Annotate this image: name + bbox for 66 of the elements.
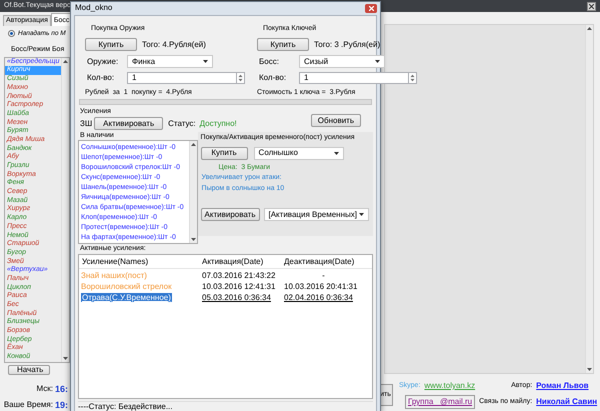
table-row[interactable]: Ворошиловский стрелок 10.03.2016 12:41:31 10.03.2016 20:41:31 [79,281,372,292]
refresh-button[interactable]: Обновить [310,114,361,127]
author-link[interactable]: Роман Львов [536,380,598,392]
status-value: Доступно! [200,118,237,130]
scroll-up-icon[interactable] [587,27,592,30]
table-cell: Знай наших(пост) [81,270,147,280]
buy-button[interactable]: Купить [85,38,137,51]
status-label: Статус: [168,118,196,130]
caret-icon [375,60,380,63]
scrollbar[interactable] [188,141,197,243]
table-row[interactable]: Отрава(С.У.Временное) 05.03.2016 0:36:34 02.04.2016 0:36:34 [79,292,372,303]
activate-button[interactable]: Активировать [94,117,164,130]
activate-button[interactable]: Активировать [200,208,260,221]
status-text: ----Статус: Бездействие... [78,400,172,411]
scroll-up-icon[interactable] [63,60,68,63]
start-button[interactable]: Начать [8,364,50,375]
clock-time: 16: [54,382,68,396]
table-cell: 10.03.2016 12:41:31 [202,282,276,290]
scrollbar[interactable] [61,58,69,362]
table-cell: Отрава(С.У.Временное) [81,292,172,302]
close-icon [368,6,374,11]
column-header[interactable]: Усиление(Names) [79,256,199,268]
buy-button[interactable]: Купить [257,38,309,51]
scrollbar[interactable] [585,25,593,373]
clock-label: Мск: [36,382,53,395]
table-cell: Ворошиловский стрелок [81,282,172,290]
select-label: Оружие: [86,56,120,68]
quantity-label: Кол-во: [258,72,288,84]
radio-button[interactable] [8,30,15,38]
total-label: Того: 4.Рубля(ей) [142,38,206,50]
caret-icon [334,152,339,154]
mail-link[interactable]: Николай Савин [536,396,598,408]
quantity-field[interactable]: 1 [127,72,237,84]
code-label: ЗШ [80,118,92,130]
table-cell: - [322,270,325,280]
quantity-label: Кол-во: [86,72,116,84]
scroll-down-icon[interactable] [63,356,68,360]
column-header[interactable]: Деактивация(Date) [281,256,363,268]
caret-icon [203,60,208,63]
select-dropdown[interactable]: Сизый [299,55,385,68]
scroll-up-icon[interactable] [190,143,196,146]
scroll-down-icon[interactable] [587,368,592,371]
total-label: Того: 3 .Рубля(ей) [314,38,380,50]
quantity-field[interactable]: 1 [299,72,409,84]
spinner-icon[interactable] [237,72,245,84]
group-link[interactable]: Группа _@mail.ru [404,395,476,409]
close-button[interactable] [587,2,596,10]
table-cell: 10.03.2016 20:41:31 [284,282,358,290]
close-icon [589,4,594,8]
table-cell: 05.03.2016 0:36:34 [202,292,271,302]
select-dropdown[interactable]: Финка [127,55,213,68]
buy-button[interactable]: Купить [200,146,248,160]
boost-dropdown[interactable]: Солнышко [254,146,344,160]
select-label: Босс: [258,56,280,68]
activation-dropdown[interactable]: [Активация Временных] [264,208,369,221]
dialog-title: Mod_okno [75,2,112,14]
caret-icon [359,213,364,216]
close-button[interactable] [365,4,377,13]
clock-label: Ваше Время: [4,399,53,411]
column-header[interactable]: Активация(Date) [199,256,281,268]
spinner-icon[interactable] [409,72,417,84]
table-cell: 02.04.2016 0:36:34 [284,292,353,302]
clock-time: 19: [54,399,68,411]
table-row[interactable]: Знай наших(пост) 07.03.2016 21:43:22 - [79,270,372,281]
table-cell: 07.03.2016 21:43:22 [202,270,276,280]
scroll-down-icon[interactable] [190,238,196,241]
